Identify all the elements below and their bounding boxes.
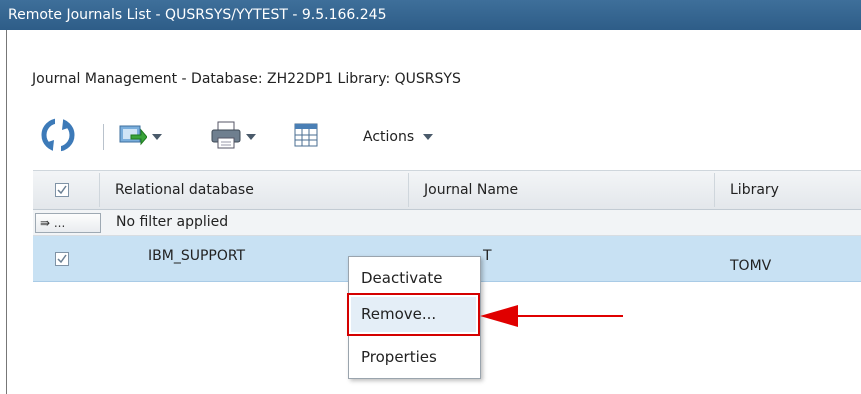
table-header: Relational database Journal Name Library	[33, 170, 861, 210]
row-checkbox[interactable]	[55, 252, 69, 266]
column-header-relational-database[interactable]: Relational database	[115, 171, 254, 210]
annotation-arrow-icon	[478, 304, 628, 332]
checkmark-icon	[57, 185, 67, 195]
window-title-bar: Remote Journals List - QUSRSYS/YYTEST - …	[0, 0, 861, 30]
table-settings-icon	[294, 123, 318, 151]
window-title: Remote Journals List - QUSRSYS/YYTEST - …	[8, 7, 387, 23]
column-header-journal-name[interactable]: Journal Name	[424, 171, 518, 210]
toolbar-separator	[103, 124, 104, 150]
table-settings-button[interactable]	[294, 112, 318, 162]
actions-menu-button[interactable]: Actions	[363, 112, 434, 162]
checkmark-icon	[57, 254, 67, 264]
refresh-icon	[41, 118, 75, 156]
menu-item-deactivate[interactable]: Deactivate	[361, 269, 442, 287]
toolbar: Actions	[33, 112, 861, 162]
highlight-box	[347, 293, 480, 336]
chevron-down-icon	[246, 134, 256, 140]
menu-item-properties[interactable]: Properties	[361, 348, 437, 366]
export-button[interactable]	[119, 112, 162, 162]
filter-status: No filter applied	[116, 214, 229, 230]
window-frame-left	[6, 30, 7, 394]
chevron-down-icon	[423, 134, 434, 140]
filter-row: ⇛ ... No filter applied	[33, 210, 861, 236]
export-icon	[119, 123, 148, 151]
cell-relational-database: IBM_SUPPORT	[148, 248, 246, 264]
select-all-checkbox[interactable]	[55, 183, 69, 197]
cell-library: TOMV	[730, 258, 772, 274]
column-header-library[interactable]: Library	[730, 171, 779, 210]
filter-button[interactable]: ⇛ ...	[35, 213, 101, 233]
actions-label: Actions	[363, 129, 415, 145]
refresh-button[interactable]	[41, 112, 75, 162]
context-menu: Deactivate Remove... Properties	[347, 256, 481, 379]
print-button[interactable]	[211, 112, 256, 162]
print-icon	[211, 121, 241, 153]
breadcrumb: Journal Management - Database: ZH22DP1 L…	[32, 71, 461, 87]
chevron-down-icon	[152, 134, 162, 140]
cell-journal-name: T	[483, 248, 492, 264]
